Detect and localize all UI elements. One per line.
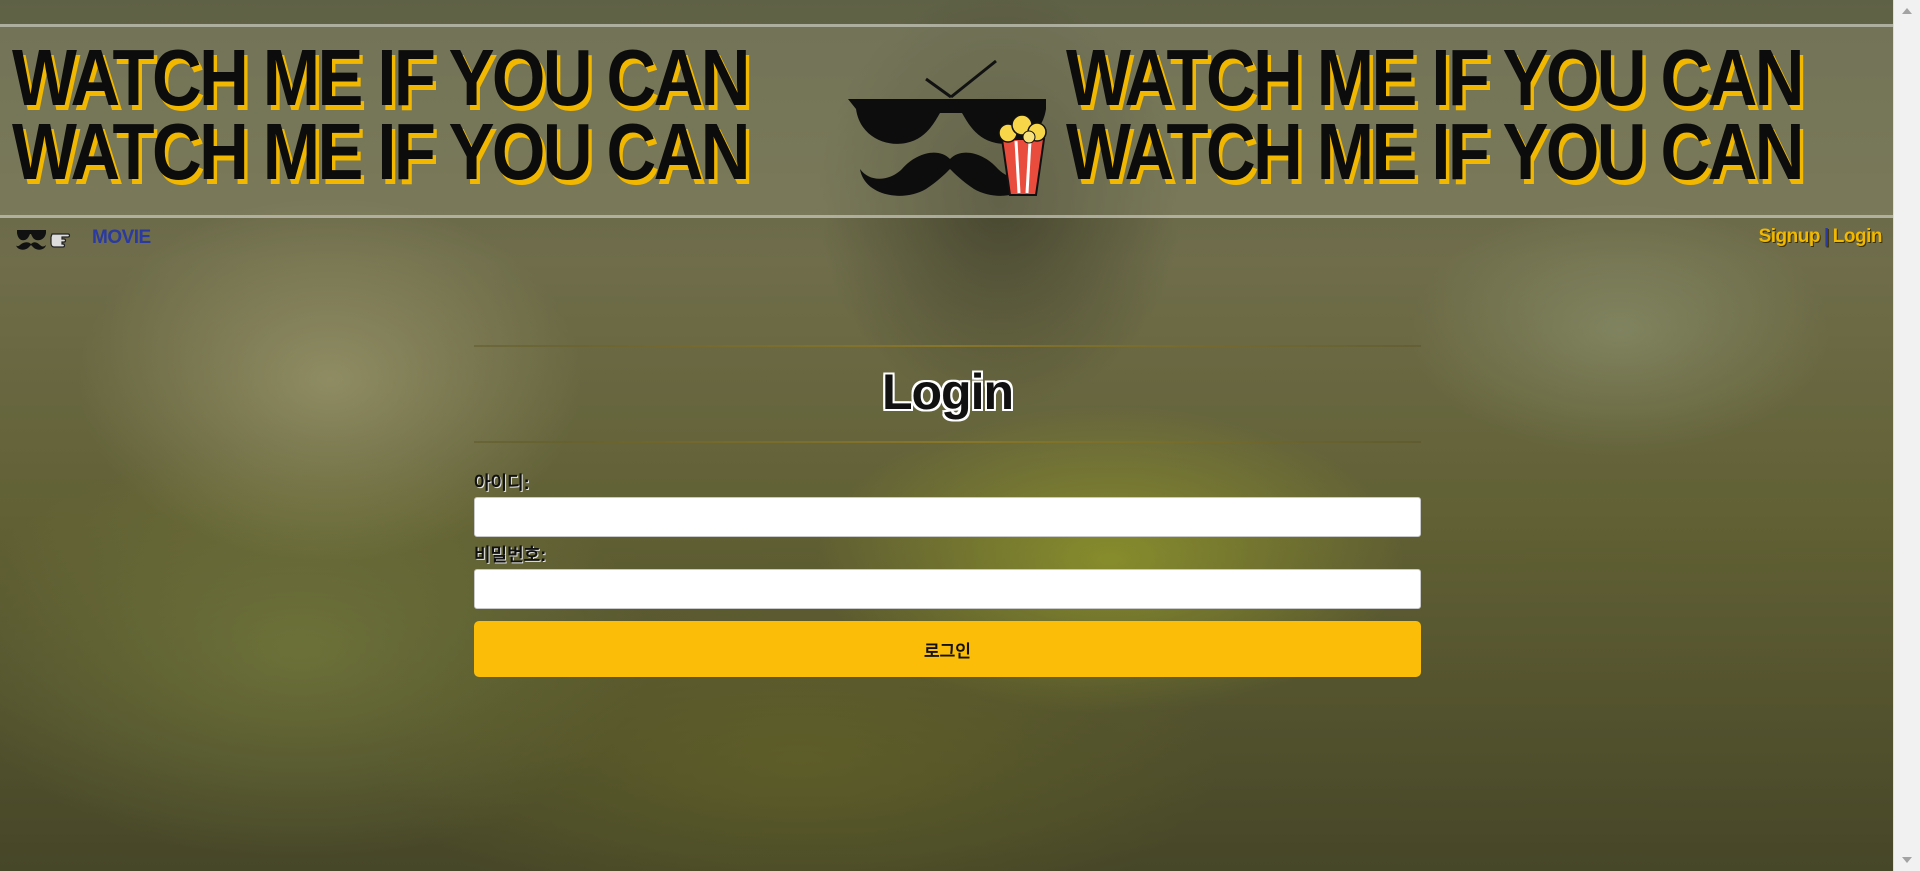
scroll-down-icon[interactable] — [1902, 857, 1912, 863]
banner-line: WATCH ME IF YOU CAN — [1066, 107, 1804, 196]
nav-brand[interactable]: MOVIE — [16, 224, 151, 252]
login-link[interactable]: Login — [1833, 226, 1883, 247]
page: WATCH ME IF YOU CAN WATCH ME IF YOU CAN — [0, 0, 1920, 871]
id-input[interactable] — [474, 497, 1421, 537]
banner-text-left: WATCH ME IF YOU CAN WATCH ME IF YOU CAN — [12, 33, 750, 196]
login-form: 아이디: 비밀번호: 로그인 — [474, 469, 1421, 677]
page-title: Login — [881, 364, 1014, 420]
brand-link[interactable]: MOVIE — [92, 227, 151, 249]
banner-text-right: WATCH ME IF YOU CAN WATCH ME IF YOU CAN — [1066, 33, 1804, 196]
password-label: 비밀번호: — [474, 545, 547, 565]
nav-separator: | — [1823, 226, 1829, 247]
login-panel: Login 아이디: 비밀번호: 로그인 — [474, 345, 1421, 677]
vertical-scrollbar[interactable] — [1893, 0, 1920, 871]
password-input[interactable] — [474, 569, 1421, 609]
banner-line: WATCH ME IF YOU CAN — [1066, 33, 1804, 122]
sunglasses-mustache-icon — [848, 59, 1047, 196]
id-label: 아이디: — [474, 473, 530, 493]
divider — [474, 441, 1421, 443]
banner-line: WATCH ME IF YOU CAN — [12, 107, 750, 196]
header-banner: WATCH ME IF YOU CAN WATCH ME IF YOU CAN — [0, 24, 1894, 218]
banner-line: WATCH ME IF YOU CAN — [12, 33, 750, 122]
auth-links: Signup | Login — [1759, 226, 1883, 248]
navbar: MOVIE Signup | Login — [0, 218, 1894, 258]
scroll-up-icon[interactable] — [1902, 8, 1912, 14]
signup-link[interactable]: Signup — [1759, 226, 1821, 247]
login-button[interactable]: 로그인 — [474, 621, 1421, 677]
mustache-pointing-hand-icon — [16, 230, 71, 250]
